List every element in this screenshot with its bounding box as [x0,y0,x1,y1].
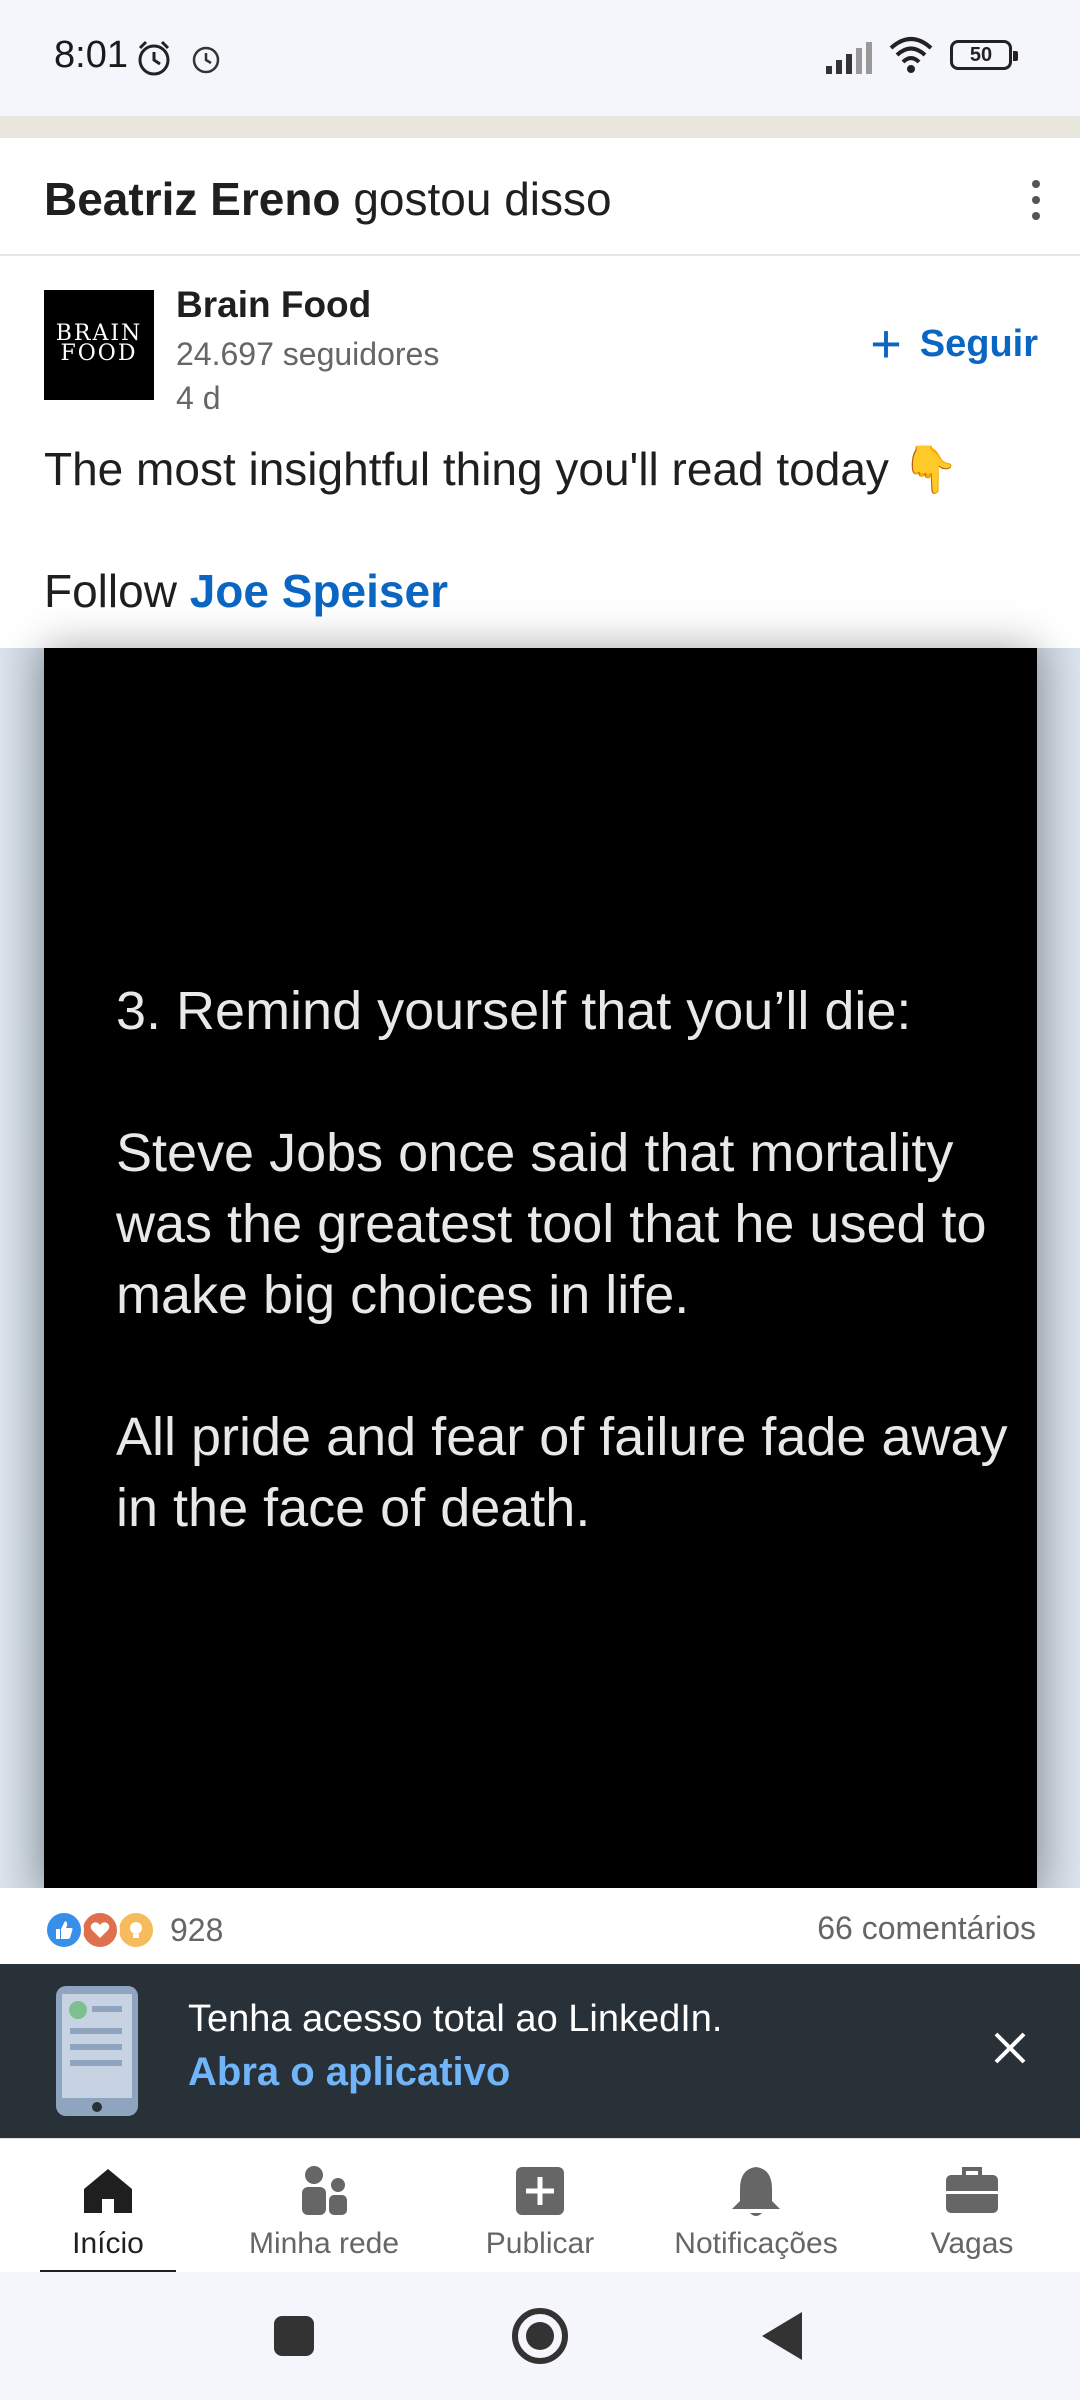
follow-button[interactable]: + Seguir [870,316,1038,372]
post-follow-line: Follow Joe Speiser [44,564,448,618]
post-icon [510,2161,570,2221]
battery-indicator: 50 [950,40,1018,70]
post-image[interactable]: 3. Remind yourself that you’ll die: Stev… [44,648,1037,1888]
post-header: BRAIN FOOD Brain Food 24.697 seguidores … [0,256,1080,648]
follow-prefix: Follow [44,565,177,617]
plus-icon: + [870,314,902,374]
system-navigation [0,2272,1080,2400]
home-icon [78,2161,138,2221]
post-media: 3. Remind yourself that you’ll die: Stev… [0,648,1080,1888]
more-options-icon[interactable] [1016,178,1056,222]
alarm-clock-icon [134,38,174,83]
open-app-link[interactable]: Abra o aplicativo [188,2050,510,2095]
liked-action: gostou disso [353,173,612,225]
image-paragraph: All pride and fear of failure fade away … [116,1407,1008,1538]
nav-item-jobs[interactable]: Vagas [864,2139,1080,2273]
banner-message: Tenha acesso total ao LinkedIn. [188,1998,723,2040]
recents-icon[interactable] [272,2314,316,2363]
mention-link[interactable]: Joe Speiser [190,565,448,617]
post-age: 4 d [176,380,221,416]
alarm-icon [188,40,224,81]
wifi-icon [888,36,934,79]
like-reaction-icon [44,1910,84,1950]
bottom-navigation: Início Minha rede Publicar Notificações … [0,2138,1080,2273]
author-logo[interactable]: BRAIN FOOD [44,290,154,400]
author-followers: 24.697 seguidores [176,336,440,372]
social-context-header[interactable]: Beatriz Ereno gostou disso [0,138,1080,256]
home-button-icon[interactable] [510,2306,570,2371]
nav-item-post[interactable]: Publicar [432,2139,648,2273]
nav-item-notifications[interactable]: Notificações [648,2139,864,2273]
logo-text-bottom: FOOD [60,341,138,366]
engagement-bar: 928 66 comentários [0,1888,1080,1964]
image-heading: 3. Remind yourself that you’ll die: [116,981,912,1041]
image-paragraph: Steve Jobs once said that mortality was … [116,1123,987,1325]
liker-name[interactable]: Beatriz Ereno [44,173,341,225]
nav-item-home[interactable]: Início [0,2139,216,2273]
comments-count[interactable]: 66 comentários [817,1910,1036,1947]
nav-label: Vagas [930,2227,1014,2260]
nav-label: Publicar [485,2227,595,2260]
briefcase-icon [942,2161,1002,2221]
feed-separator [0,116,1080,138]
status-time: 8:01 [54,34,128,76]
network-icon [294,2161,354,2221]
close-icon[interactable] [990,2028,1030,2073]
open-app-banner: Tenha acesso total ao LinkedIn. Abra o a… [0,1964,1080,2138]
love-reaction-icon [80,1910,120,1950]
nav-label: Minha rede [248,2227,400,2260]
reaction-count: 928 [170,1911,224,1948]
post-text: The most insightful thing you'll read to… [44,443,959,495]
status-bar: 8:01 50 [0,0,1080,116]
social-context-text: Beatriz Ereno gostou disso [44,172,612,226]
back-icon[interactable] [760,2310,804,2367]
signal-icon [824,40,874,79]
bell-icon [726,2161,786,2221]
nav-label: Notificações [674,2227,838,2260]
follow-label: Seguir [919,322,1038,365]
insightful-reaction-icon [116,1910,156,1950]
author-name[interactable]: Brain Food [176,284,371,326]
reactions-summary[interactable]: 928 [44,1910,223,1950]
image-text: 3. Remind yourself that you’ll die: Stev… [116,976,1016,1615]
phone-app-icon [54,1984,140,2123]
nav-item-network[interactable]: Minha rede [216,2139,432,2273]
nav-label: Início [72,2227,144,2260]
